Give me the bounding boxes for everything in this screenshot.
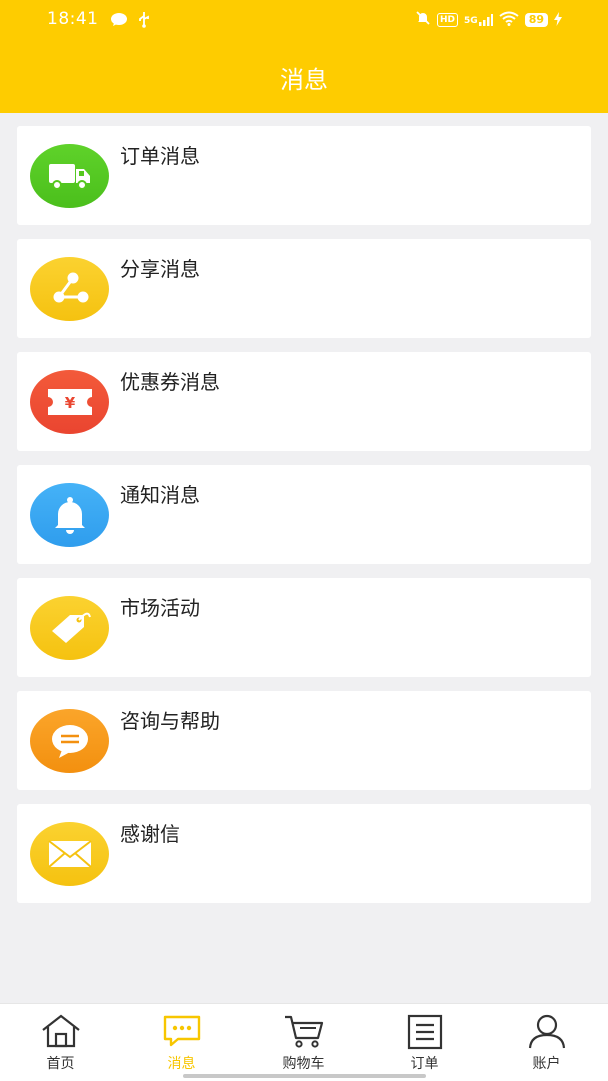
network-type: 5G [464, 16, 478, 26]
bell-icon [30, 483, 109, 547]
envelope-icon [30, 822, 109, 886]
header: 18:41 HD 5G 89 消息 [0, 0, 608, 113]
user-icon [528, 1014, 565, 1049]
message-item-label: 市场活动 [120, 596, 200, 620]
tab-home[interactable]: 首页 [0, 1004, 121, 1081]
tab-messages[interactable]: 消息 [121, 1004, 242, 1081]
status-time: 18:41 [47, 9, 99, 29]
message-item-share[interactable]: 分享消息 [17, 239, 591, 338]
tab-label: 订单 [410, 1056, 439, 1072]
signal-icon: 5G [464, 14, 493, 26]
message-item-coupon[interactable]: ¥ 优惠券消息 [17, 352, 591, 451]
page-title: 消息 [280, 66, 328, 94]
message-item-consult[interactable]: 咨询与帮助 [17, 691, 591, 790]
usb-icon [137, 11, 151, 32]
message-item-notice[interactable]: 通知消息 [17, 465, 591, 564]
tab-account[interactable]: 账户 [486, 1004, 607, 1081]
tab-label: 购物车 [282, 1056, 325, 1072]
order-list-icon [407, 1014, 442, 1050]
message-icon [163, 1015, 200, 1047]
chat-notification-icon [110, 12, 128, 31]
cart-icon [284, 1015, 323, 1048]
tab-label: 账户 [532, 1056, 561, 1072]
home-indicator[interactable] [183, 1074, 426, 1078]
truck-icon [30, 144, 109, 208]
chat-bubble-icon [30, 709, 109, 773]
tab-label: 消息 [167, 1056, 196, 1072]
coupon-yen-glyph: ¥ [64, 394, 75, 412]
charging-icon [554, 11, 562, 30]
message-item-label: 感谢信 [120, 822, 180, 846]
bottom-tab-bar: 首页 消息 购物车 订单 账户 [0, 1003, 608, 1081]
battery-level: 89 [524, 13, 548, 27]
message-item-label: 通知消息 [120, 483, 200, 507]
message-item-label: 优惠券消息 [120, 370, 220, 394]
hd-badge: HD [437, 13, 459, 27]
status-bar: 18:41 HD 5G 89 [0, 0, 608, 38]
tag-icon [30, 596, 109, 660]
tab-orders[interactable]: 订单 [364, 1004, 485, 1081]
mute-icon [415, 10, 431, 30]
home-icon [41, 1014, 80, 1048]
message-item-market[interactable]: 市场活动 [17, 578, 591, 677]
tab-cart[interactable]: 购物车 [243, 1004, 364, 1081]
message-item-order[interactable]: 订单消息 [17, 126, 591, 225]
coupon-icon: ¥ [30, 370, 109, 434]
share-icon [30, 257, 109, 321]
message-item-label: 咨询与帮助 [120, 709, 220, 733]
wifi-icon [499, 11, 519, 30]
message-item-thanks[interactable]: 感谢信 [17, 804, 591, 903]
message-item-label: 订单消息 [120, 144, 200, 168]
tab-label: 首页 [46, 1056, 75, 1072]
message-item-label: 分享消息 [120, 257, 200, 281]
